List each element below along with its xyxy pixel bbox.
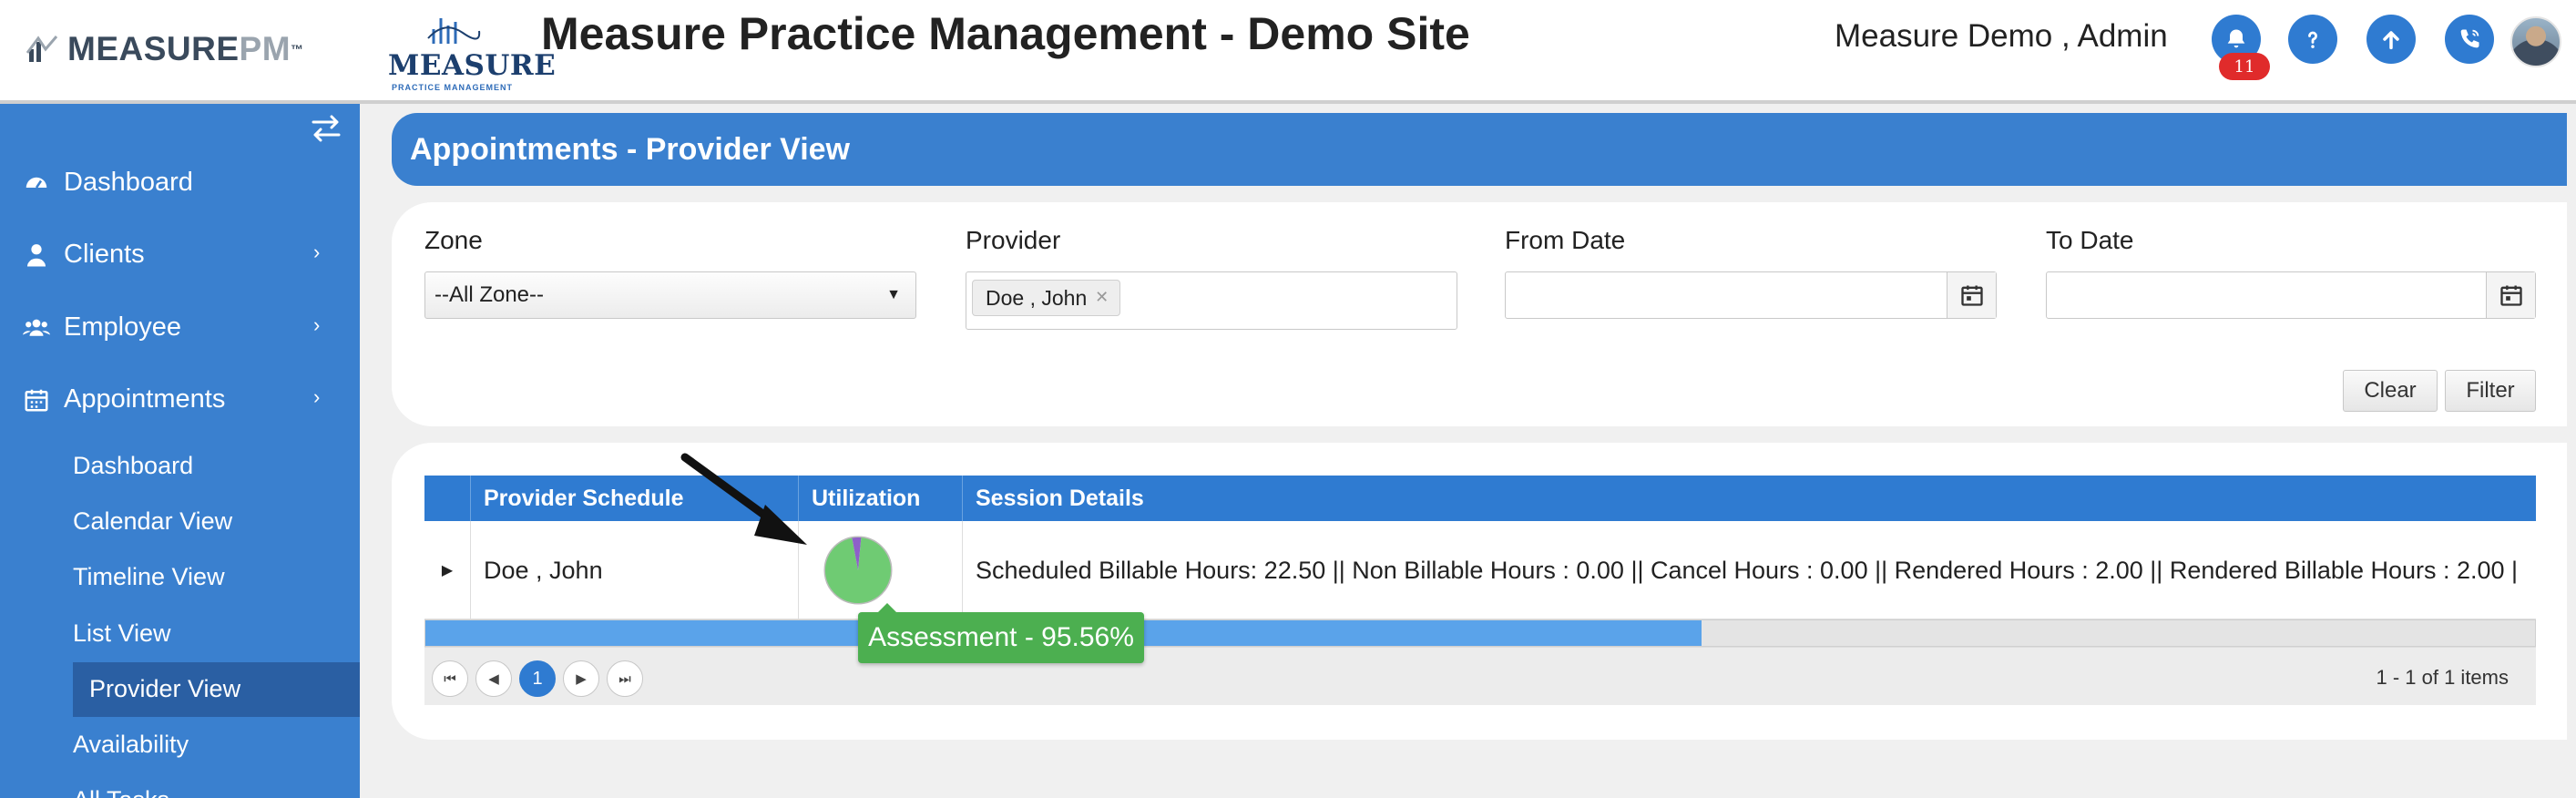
measure-logo-icon xyxy=(26,36,58,62)
phone-icon xyxy=(2460,29,2479,48)
provider-chip-label: Doe , John xyxy=(986,285,1088,310)
horizontal-scrollbar[interactable] xyxy=(424,619,2536,647)
page-number-button[interactable]: 1 xyxy=(519,660,556,697)
expand-row-icon[interactable]: ▶ xyxy=(424,521,470,619)
sidebar-item-label: Clients xyxy=(64,240,145,269)
from-date-label: From Date xyxy=(1505,226,1626,254)
previous-page-icon: ◀ xyxy=(488,671,499,687)
provider-multiselect[interactable]: Doe , John ✕ xyxy=(966,271,1457,330)
first-page-button[interactable]: ⏮ xyxy=(432,660,468,697)
provider-chip[interactable]: Doe , John ✕ xyxy=(972,280,1121,316)
user-avatar[interactable] xyxy=(2510,16,2561,67)
sidebar-item-clients[interactable]: Clients xyxy=(22,240,145,270)
practice-logo[interactable]: MEASURE PRACTICE MANAGEMENT xyxy=(386,13,556,92)
notification-count-badge: 11 xyxy=(2219,53,2270,80)
last-page-button[interactable]: ⏭ xyxy=(607,660,643,697)
to-date-field[interactable] xyxy=(2046,271,2536,319)
brand-logo[interactable]: MEASURE PM ™ xyxy=(26,27,304,71)
next-page-icon: ▶ xyxy=(576,671,587,687)
brand-text-pm: PM xyxy=(239,30,291,67)
calendar-icon xyxy=(2499,285,2522,306)
users-icon xyxy=(22,313,51,343)
brand-trademark: ™ xyxy=(291,42,304,56)
sidebar-item-label: Employee xyxy=(64,312,181,342)
chevron-right-icon: › xyxy=(313,385,321,408)
from-date-field[interactable] xyxy=(1505,271,1997,319)
grid-header-expand-col xyxy=(424,476,470,521)
sidebar-item-label: Appointments xyxy=(64,384,226,414)
skyline-icon xyxy=(427,18,481,44)
user-icon xyxy=(22,240,51,270)
remove-chip-icon[interactable]: ✕ xyxy=(1095,288,1109,307)
top-header: MEASURE PM ™ MEASURE PRACTICE MANAGEMENT M… xyxy=(0,0,2576,104)
sidebar-item-appointments[interactable]: Appointments xyxy=(22,384,225,414)
next-page-button[interactable]: ▶ xyxy=(563,660,599,697)
to-date-picker-button[interactable] xyxy=(2486,272,2535,318)
utilization-pie-chart[interactable] xyxy=(817,529,899,611)
dropdown-arrow-icon: ▼ xyxy=(886,287,901,302)
sidebar-subitem-calendar-view[interactable]: Calendar View xyxy=(73,507,232,536)
practice-logo-tagline: PRACTICE MANAGEMENT xyxy=(392,83,513,92)
annotation-arrow-icon xyxy=(680,453,807,545)
sidebar-subitem-dashboard[interactable]: Dashboard xyxy=(73,452,193,480)
phone-button[interactable] xyxy=(2445,15,2494,64)
from-date-picker-button[interactable] xyxy=(1947,272,1996,318)
sidebar-subitem-list-view[interactable]: List View xyxy=(73,619,171,648)
filter-button[interactable]: Filter xyxy=(2445,370,2536,412)
upload-icon xyxy=(2383,31,2399,50)
first-page-icon: ⏮ xyxy=(444,670,456,687)
sidebar-toggle-icon[interactable] xyxy=(308,113,344,144)
calendar-icon xyxy=(1960,285,1983,306)
sidebar-subitem-all-tasks[interactable]: All Tasks xyxy=(73,786,169,798)
chevron-right-icon: › xyxy=(313,240,321,263)
zone-select-value: --All Zone-- xyxy=(434,282,545,307)
sidebar-subitem-provider-view[interactable]: Provider View xyxy=(89,675,240,703)
user-name[interactable]: Measure Demo , Admin xyxy=(1835,18,2168,55)
calendar-icon xyxy=(22,385,51,414)
utilization-tooltip: Assessment - 95.56% xyxy=(858,603,1144,663)
sidebar-item-label: Dashboard xyxy=(64,168,193,197)
zone-select[interactable]: --All Zone-- ▼ xyxy=(424,271,916,319)
column-header-utilization[interactable]: Utilization xyxy=(798,476,962,521)
chevron-right-icon: › xyxy=(313,313,321,336)
help-button[interactable] xyxy=(2288,15,2337,64)
sidebar-subitem-availability[interactable]: Availability xyxy=(73,731,189,759)
site-title: Measure Practice Management - Demo Site xyxy=(541,8,1470,59)
previous-page-button[interactable]: ◀ xyxy=(475,660,512,697)
column-header-session-details[interactable]: Session Details xyxy=(962,476,2536,521)
zone-label: Zone xyxy=(424,226,483,254)
practice-logo-text: MEASURE xyxy=(388,49,557,82)
grid-pager: ⏮ ◀ 1 ▶ ⏭ 1 - 1 of 1 items xyxy=(424,647,2536,705)
upload-button[interactable] xyxy=(2366,15,2416,64)
page-title: Appointments - Provider View xyxy=(392,113,2567,186)
session-details-cell: Scheduled Billable Hours: 22.50 || Non B… xyxy=(962,521,2536,619)
pager-info: 1 - 1 of 1 items xyxy=(2376,666,2509,689)
to-date-label: To Date xyxy=(2046,226,2134,254)
help-icon xyxy=(2308,31,2317,48)
brand-text-measure: MEASURE xyxy=(67,30,240,67)
last-page-icon: ⏭ xyxy=(618,670,631,687)
sidebar-subitem-timeline-view[interactable]: Timeline View xyxy=(73,563,225,591)
provider-label: Provider xyxy=(966,226,1061,254)
sidebar-item-dashboard[interactable]: Dashboard xyxy=(22,168,193,198)
clear-button[interactable]: Clear xyxy=(2343,370,2438,412)
bell-icon xyxy=(2227,29,2245,48)
sidebar: Dashboard Clients › Employee › Appointme… xyxy=(0,104,360,798)
dashboard-icon xyxy=(22,169,51,198)
sidebar-item-employee[interactable]: Employee xyxy=(22,312,181,343)
